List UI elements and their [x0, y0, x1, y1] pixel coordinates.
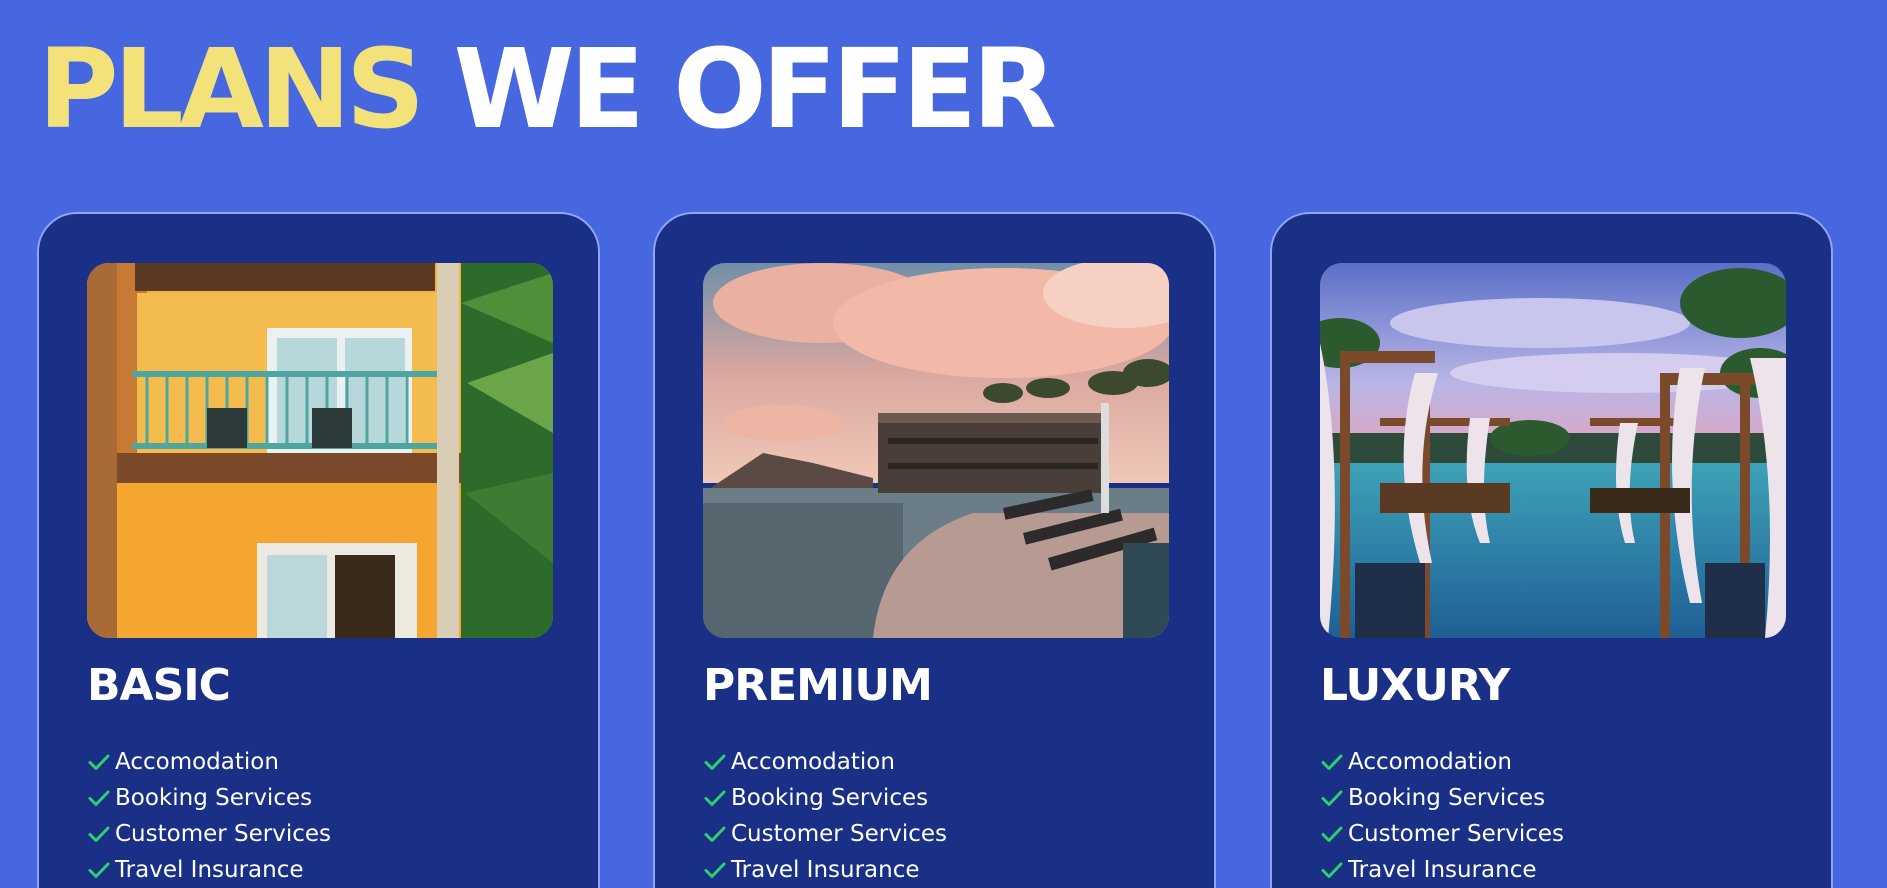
page-title-accent: PLANS	[38, 25, 425, 153]
feature-label: Travel Insurance	[1348, 857, 1537, 883]
check-icon	[1320, 822, 1344, 846]
feature-item: Booking Services	[87, 780, 331, 816]
feature-label: Accomodation	[731, 749, 895, 775]
check-icon	[703, 786, 727, 810]
feature-item: Accomodation	[87, 744, 331, 780]
check-icon	[703, 822, 727, 846]
feature-item: Customer Services	[87, 816, 331, 852]
feature-label: Travel Insurance	[731, 857, 920, 883]
check-icon	[1320, 750, 1344, 774]
feature-item: Customer Services	[1320, 816, 1564, 852]
feature-label: Customer Services	[1348, 821, 1565, 847]
feature-label: Accomodation	[1348, 749, 1512, 775]
page-title: PLANS WE OFFER	[38, 34, 1057, 144]
plan-image-premium	[703, 263, 1169, 638]
plan-image-luxury	[1320, 263, 1786, 638]
feature-item: Customer Services	[703, 816, 947, 852]
plan-card-luxury[interactable]: LUXURY Accomodation Booking Services Cus…	[1270, 212, 1833, 888]
feature-item: Booking Services	[1320, 780, 1564, 816]
feature-item: Travel Insurance	[87, 852, 331, 888]
feature-item: Travel Insurance	[703, 852, 947, 888]
feature-item: Booking Services	[703, 780, 947, 816]
feature-label: Customer Services	[115, 821, 332, 847]
plan-card-basic[interactable]: BASIC Accomodation Booking Services Cust…	[37, 212, 600, 888]
check-icon	[1320, 786, 1344, 810]
feature-label: Booking Services	[115, 785, 313, 811]
feature-list-premium: Accomodation Booking Services Customer S…	[703, 744, 947, 888]
plan-image-basic	[87, 263, 553, 638]
check-icon	[87, 786, 111, 810]
check-icon	[703, 858, 727, 882]
plan-name-luxury: LUXURY	[1320, 660, 1510, 711]
feature-list-basic: Accomodation Booking Services Customer S…	[87, 744, 331, 888]
feature-label: Customer Services	[731, 821, 948, 847]
feature-list-luxury: Accomodation Booking Services Customer S…	[1320, 744, 1564, 888]
check-icon	[703, 750, 727, 774]
check-icon	[87, 822, 111, 846]
feature-label: Travel Insurance	[115, 857, 304, 883]
check-icon	[87, 858, 111, 882]
feature-item: Accomodation	[703, 744, 947, 780]
feature-label: Accomodation	[115, 749, 279, 775]
plan-card-premium[interactable]: PREMIUM Accomodation Booking Services Cu…	[653, 212, 1216, 888]
plan-name-basic: BASIC	[87, 660, 231, 711]
plan-name-premium: PREMIUM	[703, 660, 933, 711]
feature-label: Booking Services	[731, 785, 929, 811]
check-icon	[87, 750, 111, 774]
feature-label: Booking Services	[1348, 785, 1546, 811]
check-icon	[1320, 858, 1344, 882]
page-title-rest: WE OFFER	[453, 25, 1056, 153]
feature-item: Accomodation	[1320, 744, 1564, 780]
feature-item: Travel Insurance	[1320, 852, 1564, 888]
